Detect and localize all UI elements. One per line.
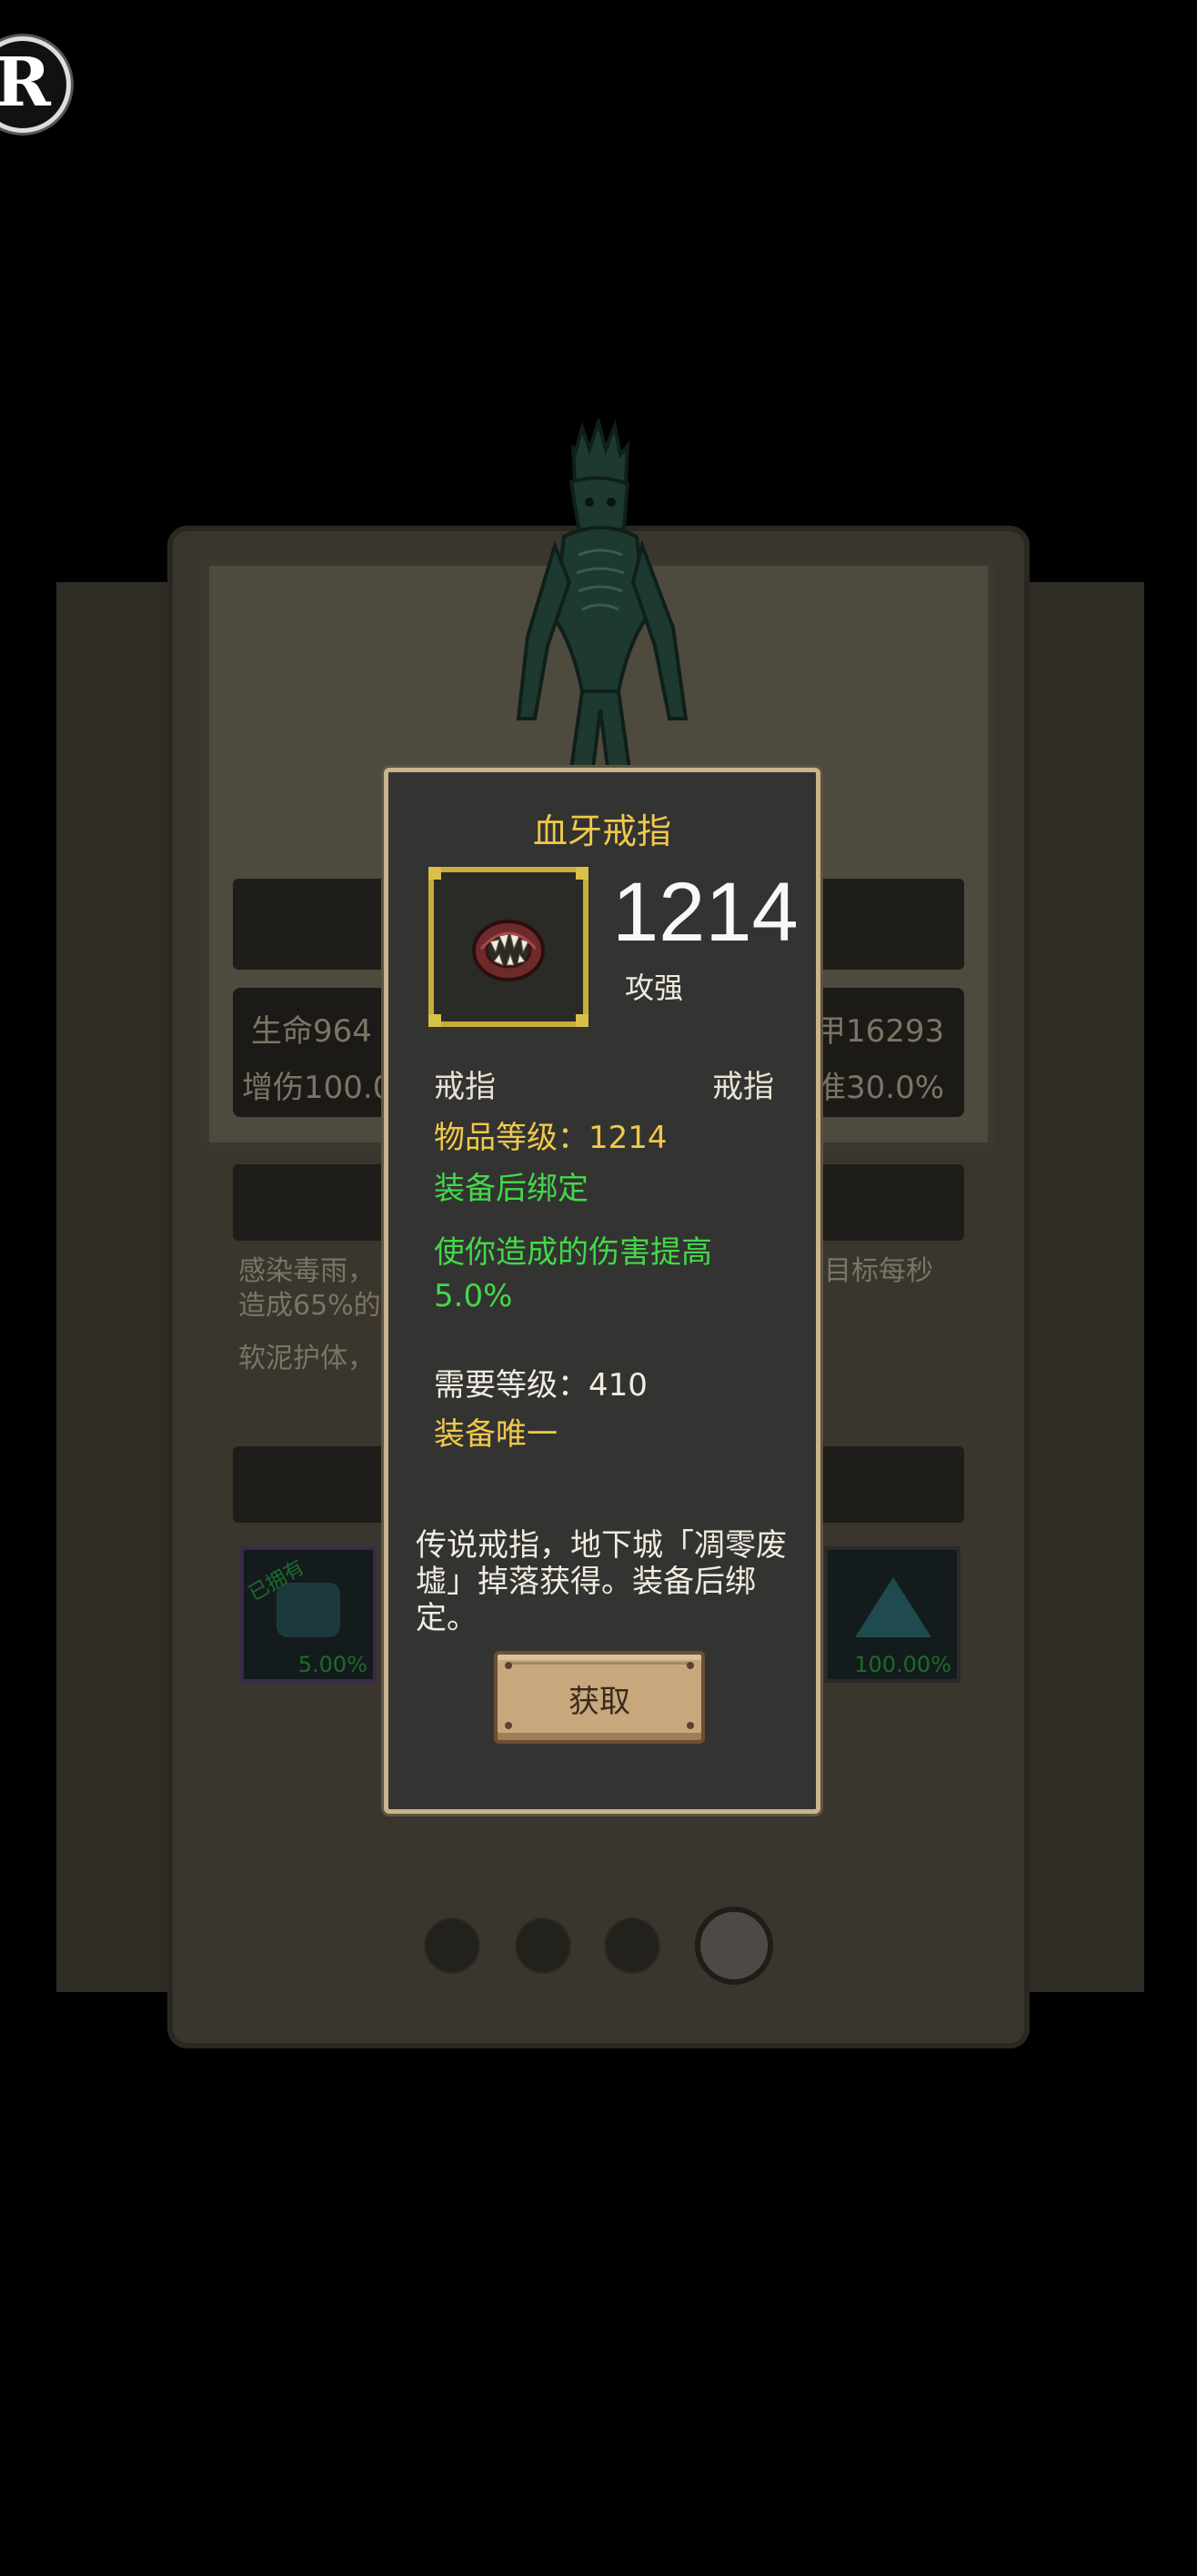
nail xyxy=(687,1662,694,1669)
gem-icon xyxy=(277,1583,340,1637)
frame-corner xyxy=(576,1014,588,1027)
pager-dot-1[interactable] xyxy=(424,1917,480,1974)
background-desc-line3: 软泥护体， xyxy=(238,1343,375,1374)
item-level-large: 1214 xyxy=(612,866,799,959)
skeleton-monster-image xyxy=(516,418,689,782)
item-name: 血牙戒指 xyxy=(532,811,671,851)
obtain-button[interactable]: 获取 xyxy=(494,1651,705,1744)
frame-corner xyxy=(428,867,441,880)
fanged-ring-icon xyxy=(472,920,545,981)
item-level-line: 物品等级：1214 xyxy=(434,1120,668,1156)
frame-corner xyxy=(576,867,588,880)
drop-rate-left: 5.00% xyxy=(297,1652,367,1677)
obtain-button-label: 获取 xyxy=(568,1684,630,1720)
background-drop-slot-right[interactable]: 100.00% xyxy=(824,1546,961,1683)
background-stat-damage: 增伤100.0 xyxy=(242,1070,393,1106)
background-stat-accuracy: 准30.0% xyxy=(815,1070,945,1106)
nail xyxy=(505,1662,512,1669)
pager-dot-4-active[interactable] xyxy=(695,1907,773,1985)
item-effect-text: 使你造成的伤害提高5.0% xyxy=(434,1234,712,1314)
plank-line xyxy=(508,1662,690,1665)
drop-rate-right: 100.00% xyxy=(854,1652,951,1677)
item-subtype: 戒指 xyxy=(712,1069,774,1105)
required-level-text: 需要等级：410 xyxy=(434,1367,648,1404)
item-quality-label: 攻强 xyxy=(625,971,684,1005)
pager-dot-3[interactable] xyxy=(604,1917,660,1974)
background-stat-hp: 生命964 xyxy=(251,1013,372,1050)
item-slot-type: 戒指 xyxy=(434,1069,496,1105)
app-logo-r: R xyxy=(0,36,71,133)
item-icon-frame xyxy=(428,867,588,1027)
item-tooltip-card: 血牙戒指 1214 攻强 戒指 戒指 物品等级：1214 装备后绑定 使你造成的… xyxy=(384,768,820,1814)
frame-corner xyxy=(428,1014,441,1027)
item-lore-text: 传说戒指，地下城「凋零废墟」掉落获得。装备后绑定。 xyxy=(416,1527,787,1636)
crystal-icon xyxy=(855,1577,931,1637)
pager-dot-2[interactable] xyxy=(515,1917,571,1974)
background-drop-slot-left[interactable]: 已拥有 5.00% xyxy=(240,1546,377,1683)
unique-equip-text: 装备唯一 xyxy=(434,1416,558,1453)
nail xyxy=(505,1722,512,1729)
nail xyxy=(687,1722,694,1729)
bind-on-equip-text: 装备后绑定 xyxy=(434,1171,588,1207)
background-stat-armor: 甲16293 xyxy=(815,1013,945,1050)
background-desc-line2-left: 造成65%的 xyxy=(238,1290,381,1322)
